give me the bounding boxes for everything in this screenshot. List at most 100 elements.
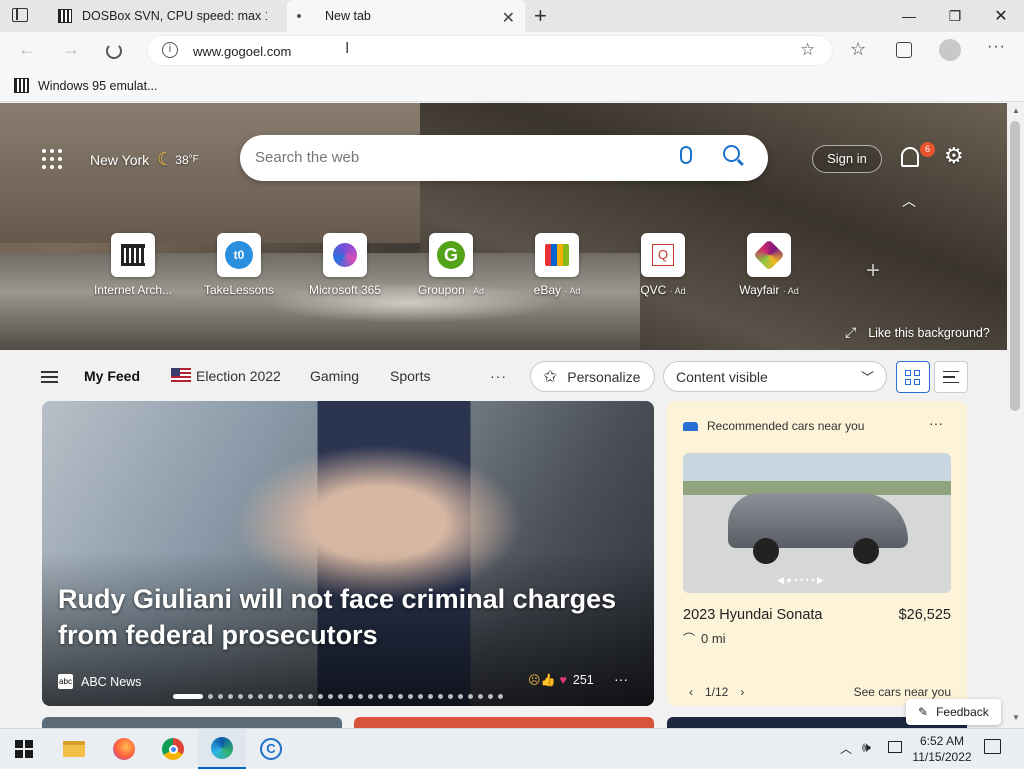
carousel-dot	[228, 694, 233, 699]
carousel-dot	[498, 694, 503, 699]
story-reactions[interactable]: ☹👍 ♥ 251	[528, 673, 594, 687]
settings-gear-icon[interactable]: ⚙	[944, 143, 964, 169]
new-tab-button[interactable]: +	[534, 3, 547, 29]
quicklink-name: Microsoft 365	[308, 283, 382, 297]
expand-icon: ⤢	[845, 324, 857, 340]
firefox-icon	[113, 738, 135, 760]
file-explorer-taskbar-button[interactable]	[50, 729, 98, 769]
back-button[interactable]: ←	[18, 39, 36, 60]
ccleaner-taskbar-button[interactable]: C	[247, 729, 295, 769]
prev-car-icon[interactable]: ‹	[689, 685, 693, 699]
page-scrollbar[interactable]: ▲ ▼	[1007, 103, 1024, 728]
reload-icon[interactable]	[106, 43, 122, 59]
carousel-dot	[308, 694, 313, 699]
car-card-more-icon[interactable]: ···	[929, 415, 943, 431]
search-icon-handle	[737, 158, 744, 166]
carousel-dot	[478, 694, 483, 699]
restore-button[interactable]: ❐	[932, 0, 978, 32]
favorite-item[interactable]: Windows 95 emulat...	[14, 78, 158, 93]
quicklink-ebay[interactable]: eBay · Ad	[507, 233, 607, 297]
profile-avatar[interactable]	[939, 39, 961, 61]
more-menu-icon[interactable]: ···	[987, 38, 1006, 56]
top-story-card[interactable]: Rudy Giuliani will not face criminal cha…	[42, 401, 654, 706]
notification-center-icon[interactable]	[984, 739, 1001, 754]
tab-gaming[interactable]: Gaming	[310, 368, 359, 384]
add-favorite-icon[interactable]: ☆	[800, 40, 815, 60]
show-hidden-icons-icon[interactable]: ︿	[840, 740, 852, 757]
chrome-taskbar-button[interactable]	[149, 729, 197, 769]
scroll-up-icon[interactable]: ▲	[1012, 106, 1020, 115]
favorites-icon[interactable]: ☆	[850, 39, 866, 60]
tab-my-feed[interactable]: My Feed	[84, 368, 140, 384]
collapse-chevron-icon[interactable]: ︿	[902, 191, 916, 211]
carousel-dot	[428, 694, 433, 699]
story-source[interactable]: abc ABC News	[58, 674, 141, 689]
story-card-peek[interactable]	[42, 717, 342, 728]
start-button[interactable]	[0, 729, 48, 769]
carousel-dots[interactable]	[173, 694, 508, 699]
close-tab-icon[interactable]: ✕	[502, 8, 515, 28]
ad-label: · Ad	[669, 286, 686, 296]
see-cars-link[interactable]: See cars near you	[854, 685, 951, 699]
tab-actions-icon[interactable]	[12, 8, 28, 22]
grid-view-button[interactable]	[896, 361, 930, 393]
tab-dosbox[interactable]: DOSBox SVN, CPU speed: max 1!	[46, 0, 284, 32]
tab-election-2022[interactable]: Election 2022	[196, 368, 281, 384]
story-card-peek[interactable]	[354, 717, 654, 728]
story-headline[interactable]: Rudy Giuliani will not face criminal cha…	[58, 581, 638, 653]
apps-launcher-icon[interactable]	[42, 149, 62, 169]
ad-label: · Ad	[468, 286, 485, 296]
tab-new[interactable]: New tab ✕	[287, 0, 525, 32]
network-icon[interactable]	[888, 741, 902, 753]
more-tabs-icon[interactable]: ···	[490, 368, 507, 384]
content-visibility-dropdown[interactable]: Content visible ﹀	[663, 361, 887, 392]
browser-toolbar: ← → i www.gogoel.com I ☆ ☆ ···	[0, 32, 1024, 70]
address-bar[interactable]: i www.gogoel.com I ☆	[147, 35, 833, 66]
content-visible-label: Content visible	[676, 368, 768, 385]
notifications-bell-icon[interactable]	[901, 147, 919, 167]
us-flag-icon	[171, 368, 191, 382]
clock-date: 11/15/2022	[912, 750, 972, 764]
tab-sports[interactable]: Sports	[390, 368, 430, 384]
weather-widget[interactable]: New York ☾ 38 °F	[90, 149, 199, 170]
collections-icon[interactable]	[896, 42, 912, 58]
story-more-icon[interactable]: ···	[614, 671, 628, 687]
quicklink-label: Internet Arch...	[83, 283, 183, 297]
loading-dot-icon	[297, 14, 301, 18]
web-search-box[interactable]: Search the web	[240, 135, 768, 181]
minimize-button[interactable]: —	[886, 0, 932, 32]
scroll-down-icon[interactable]: ▼	[1012, 713, 1020, 722]
microphone-icon[interactable]	[680, 146, 692, 164]
recommended-cars-card[interactable]: Recommended cars near you ··· ◀ ● • • • …	[667, 401, 967, 706]
clock[interactable]: 6:52 AM 11/15/2022	[910, 733, 974, 765]
close-window-button[interactable]: ✕	[978, 0, 1024, 32]
edge-taskbar-button[interactable]	[198, 729, 246, 769]
car-model[interactable]: 2023 Hyundai Sonata	[683, 607, 822, 623]
site-info-icon[interactable]: i	[162, 42, 178, 58]
car-image[interactable]: ◀ ● • • • • ▶	[683, 453, 951, 593]
quicklink-groupon[interactable]: G Groupon · Ad	[401, 233, 501, 297]
quicklink-microsoft-365[interactable]: Microsoft 365	[295, 233, 395, 297]
like-background-link[interactable]: ⤢ Like this background?	[845, 324, 990, 341]
search-input[interactable]: Search the web	[255, 149, 359, 166]
personalize-button[interactable]: ✩ Personalize	[530, 361, 655, 392]
scroll-thumb[interactable]	[1010, 121, 1020, 411]
quicklink-wayfair[interactable]: Wayfair · Ad	[719, 233, 819, 297]
clock-time: 6:52 AM	[919, 734, 965, 748]
car-image-pager[interactable]: ◀ ● • • • • ▶	[777, 575, 824, 586]
list-view-button[interactable]	[934, 361, 968, 393]
quicklink-takelessons[interactable]: t0 TakeLessons	[189, 233, 289, 297]
quicklink-name: eBay	[533, 283, 561, 297]
next-car-icon[interactable]: ›	[740, 685, 744, 699]
hamburger-menu-icon[interactable]	[41, 371, 58, 383]
firefox-taskbar-button[interactable]	[100, 729, 148, 769]
feedback-button[interactable]: ✎ Feedback	[906, 699, 1001, 725]
sign-in-button[interactable]: Sign in	[812, 145, 882, 173]
url-text[interactable]: www.gogoel.com	[193, 44, 291, 59]
volume-icon[interactable]: 🕪	[862, 739, 871, 756]
quicklink-internet-archive[interactable]: Internet Arch...	[83, 233, 183, 297]
add-quicklink-icon[interactable]: +	[866, 257, 880, 285]
quicklink-qvc[interactable]: Q QVC · Ad	[613, 233, 713, 297]
quicklink-name: TakeLessons	[203, 283, 275, 297]
forward-button[interactable]: →	[62, 39, 80, 60]
